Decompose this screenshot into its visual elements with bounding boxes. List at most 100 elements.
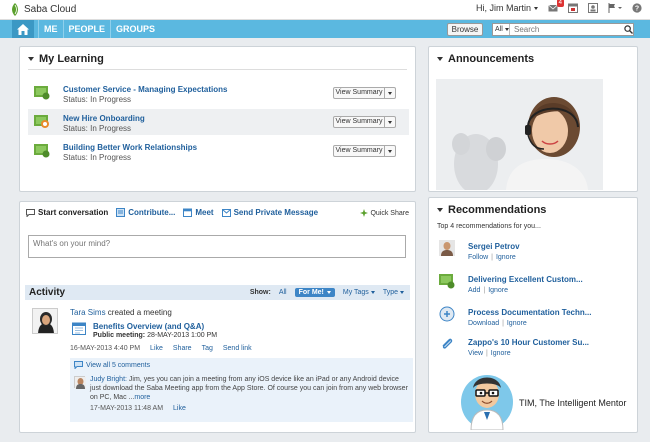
comment-author-link[interactable]: Judy Bright: xyxy=(90,376,127,383)
recommendation-item: Zappo's 10 Hour Customer Su... View | Ig… xyxy=(439,336,634,362)
view-summary-button[interactable]: View Summary xyxy=(333,116,396,128)
tab-label: Send Private Message xyxy=(233,208,319,217)
search-input[interactable] xyxy=(510,24,624,35)
quick-share-button[interactable]: Quick Share xyxy=(360,209,409,217)
announcement-image[interactable] xyxy=(436,79,603,190)
document-icon xyxy=(116,208,126,217)
panel-title: Announcements xyxy=(448,53,535,65)
activity-actions: 16-MAY-2013 4:40 PM Like Share Tag Send … xyxy=(70,345,252,352)
filter-my-tags[interactable]: My Tags xyxy=(343,289,375,296)
search-icon[interactable] xyxy=(624,24,633,35)
ignore-link[interactable]: Ignore xyxy=(496,254,516,261)
panel-title: Recommendations xyxy=(448,204,547,216)
meeting-date: 28-MAY-2013 1:00 PM xyxy=(147,332,218,339)
tab-label: Contribute... xyxy=(128,208,176,217)
show-label: Show: xyxy=(249,289,271,296)
search-scope-select[interactable]: All xyxy=(493,24,510,35)
recommendation-title[interactable]: Zappo's 10 Hour Customer Su... xyxy=(468,338,589,347)
comment-body: Judy Bright: Jim, yes you can join a mee… xyxy=(90,375,410,402)
avatar[interactable] xyxy=(32,308,58,334)
view-summary-label: View Summary xyxy=(335,89,383,96)
nav-groups[interactable]: GROUPS xyxy=(110,20,160,38)
chevron-down-icon[interactable] xyxy=(384,88,395,98)
user-menu[interactable]: Hi, Jim Martin xyxy=(476,3,538,13)
person-avatar[interactable] xyxy=(439,240,455,256)
flag-icon[interactable] xyxy=(608,3,622,13)
my-learning-header[interactable]: My Learning xyxy=(28,53,104,65)
ignore-link[interactable]: Ignore xyxy=(491,350,511,357)
view-all-label: View all 5 comments xyxy=(86,361,151,369)
learning-title-link[interactable]: New Hire Onboarding xyxy=(63,114,145,123)
share-link[interactable]: Share xyxy=(173,345,192,352)
mentor-label[interactable]: TIM, The Intelligent Mentor xyxy=(519,398,626,408)
comment-timestamp: 17-MAY-2013 11:48 AM xyxy=(90,405,164,412)
collapse-icon xyxy=(28,57,34,61)
add-link[interactable]: Add xyxy=(468,287,480,294)
activity-title: Activity xyxy=(29,287,66,298)
comment-like-link[interactable]: Like xyxy=(173,405,186,412)
send-link[interactable]: Send link xyxy=(223,345,252,352)
meeting-title-link[interactable]: Benefits Overview (and Q&A) xyxy=(93,322,204,331)
tab-label: Meet xyxy=(195,208,214,217)
recommendation-actions: Download | Ignore xyxy=(468,320,527,327)
help-icon[interactable]: ? xyxy=(632,3,642,13)
mail-icon[interactable]: 4 xyxy=(548,0,564,13)
recommendations-header[interactable]: Recommendations xyxy=(437,204,546,216)
filter-type[interactable]: Type xyxy=(383,289,404,296)
filter-all[interactable]: All xyxy=(279,289,287,296)
search-scope-value: All xyxy=(495,26,503,33)
chevron-down-icon xyxy=(400,291,404,294)
saba-leaf-icon xyxy=(12,3,18,16)
activity-summary: Tara Sims created a meeting xyxy=(70,308,172,317)
author-link[interactable]: Tara Sims xyxy=(70,308,106,317)
course-icon[interactable] xyxy=(439,273,455,289)
more-link[interactable]: more xyxy=(134,394,150,401)
browse-button[interactable]: Browse xyxy=(447,23,483,36)
recommendation-title[interactable]: Sergei Petrov xyxy=(468,242,520,251)
view-summary-button[interactable]: View Summary xyxy=(333,87,396,99)
filter-for-me-button[interactable]: For Me! xyxy=(294,288,335,297)
learning-status: Status: In Progress xyxy=(63,153,132,162)
nav-me[interactable]: ME xyxy=(38,20,63,38)
document-link-icon[interactable] xyxy=(439,306,455,322)
download-link[interactable]: Download xyxy=(468,320,499,327)
ignore-link[interactable]: Ignore xyxy=(507,320,527,327)
recommendation-actions: Add | Ignore xyxy=(468,287,509,294)
tim-mentor-mascot[interactable] xyxy=(459,368,515,430)
tab-contribute[interactable]: Contribute... xyxy=(116,208,175,217)
comments-icon xyxy=(74,361,83,369)
view-summary-button[interactable]: View Summary xyxy=(333,145,396,157)
recommendation-title[interactable]: Delivering Excellent Custom... xyxy=(468,275,583,284)
home-button[interactable] xyxy=(12,20,34,38)
tab-start-conversation[interactable]: Start conversation xyxy=(26,208,108,217)
learning-title-link[interactable]: Customer Service - Managing Expectations xyxy=(63,85,228,94)
tab-send-private-message[interactable]: Send Private Message xyxy=(221,208,319,217)
nav-people[interactable]: PEOPLE xyxy=(62,20,111,38)
tag-link[interactable]: Tag xyxy=(202,345,213,352)
avatar[interactable] xyxy=(74,376,86,389)
brand-logo[interactable]: Saba Cloud xyxy=(10,3,76,16)
conversation-input[interactable] xyxy=(28,235,406,258)
calendar-icon[interactable] xyxy=(568,3,578,13)
recommendation-title[interactable]: Process Documentation Techn... xyxy=(468,308,591,317)
like-link[interactable]: Like xyxy=(150,345,163,352)
view-link[interactable]: View xyxy=(468,350,483,357)
learning-status: Status: In Progress xyxy=(63,124,132,133)
chevron-down-icon[interactable] xyxy=(384,146,395,156)
learning-title-link[interactable]: Building Better Work Relationships xyxy=(63,143,197,152)
panel-title: My Learning xyxy=(39,53,104,65)
attachment-icon[interactable] xyxy=(439,336,455,352)
follow-link[interactable]: Follow xyxy=(468,254,488,261)
filter-for-me-label: For Me! xyxy=(298,289,324,296)
ignore-link[interactable]: Ignore xyxy=(488,287,508,294)
tab-meet[interactable]: Meet xyxy=(183,208,214,217)
learning-item: New Hire Onboarding Status: In Progress … xyxy=(28,109,409,135)
announcements-header[interactable]: Announcements xyxy=(437,53,534,65)
home-icon xyxy=(17,23,29,35)
profile-card-icon[interactable] xyxy=(588,3,598,13)
calendar-icon xyxy=(183,208,193,217)
chevron-down-icon[interactable] xyxy=(384,117,395,127)
view-summary-label: View Summary xyxy=(335,147,383,154)
view-all-comments-link[interactable]: View all 5 comments xyxy=(74,361,150,369)
svg-text:?: ? xyxy=(635,6,639,13)
